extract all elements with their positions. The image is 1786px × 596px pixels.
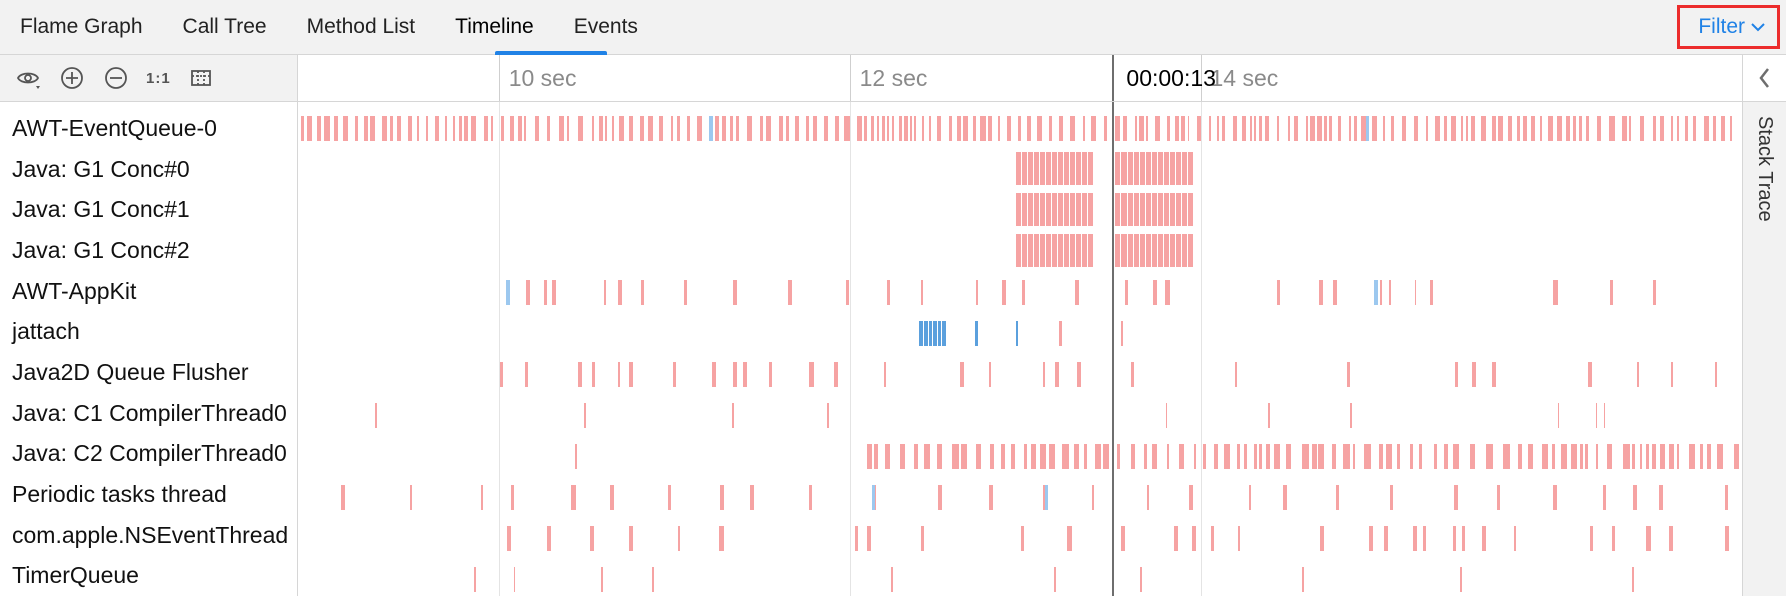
thread-row[interactable]: Java2D Queue Flusher: [0, 352, 297, 393]
timeline-row: [298, 190, 1742, 231]
time-cursor[interactable]: [1112, 55, 1114, 101]
ruler-tick-label: 10 sec: [509, 65, 577, 92]
thread-row[interactable]: com.apple.NSEventThread: [0, 515, 297, 556]
timeline-row: [298, 313, 1742, 354]
tab-flame-graph[interactable]: Flame Graph: [0, 0, 163, 54]
timeline-row: [298, 395, 1742, 436]
thread-row[interactable]: Periodic tasks thread: [0, 474, 297, 515]
thread-row[interactable]: Java: G1 Conc#2: [0, 230, 297, 271]
thread-row[interactable]: AWT-AppKit: [0, 271, 297, 312]
thread-row[interactable]: TimerQueue: [0, 555, 297, 596]
thread-row[interactable]: Java: G1 Conc#1: [0, 189, 297, 230]
view-tabs: Flame Graph Call Tree Method List Timeli…: [0, 0, 1786, 55]
timeline-row: [298, 354, 1742, 395]
collapse-stack-trace-button[interactable]: [1742, 55, 1786, 101]
visibility-dropdown[interactable]: [14, 64, 42, 92]
time-ruler[interactable]: 10 sec 12 sec 14 sec00:00:13: [298, 55, 1742, 101]
thread-row[interactable]: Java: C2 CompilerThread0: [0, 433, 297, 474]
tab-timeline[interactable]: Timeline: [435, 0, 554, 54]
timeline-row: [298, 149, 1742, 190]
timeline-row: [298, 518, 1742, 559]
timeline-row: [298, 477, 1742, 518]
tab-call-tree[interactable]: Call Tree: [163, 0, 287, 54]
timeline-row: [298, 436, 1742, 477]
timeline-row: [298, 559, 1742, 596]
ruler-tick: [850, 55, 851, 101]
thread-list: AWT-EventQueue-0Java: G1 Conc#0Java: G1 …: [0, 102, 298, 596]
tab-events[interactable]: Events: [554, 0, 658, 54]
thread-row[interactable]: jattach: [0, 311, 297, 352]
timeline-row: [298, 108, 1742, 149]
timeline-chart[interactable]: [298, 102, 1742, 596]
stack-trace-label: Stack Trace: [1753, 116, 1776, 222]
zoom-in-button[interactable]: [58, 64, 86, 92]
zoom-reset-button[interactable]: 1:1: [146, 70, 171, 87]
ruler-tick: [499, 55, 500, 101]
thread-row[interactable]: AWT-EventQueue-0: [0, 108, 297, 149]
ruler-tick-label: 14 sec: [1211, 65, 1279, 92]
chevron-down-icon: [1751, 22, 1765, 32]
thread-row[interactable]: Java: C1 CompilerThread0: [0, 393, 297, 434]
ruler-tick-label: 12 sec: [860, 65, 928, 92]
filter-dropdown[interactable]: Filter: [1677, 5, 1780, 49]
zoom-out-button[interactable]: [102, 64, 130, 92]
timeline-toolbar: 1:1: [0, 55, 298, 101]
stack-trace-panel[interactable]: Stack Trace: [1742, 102, 1786, 596]
timeline-row: [298, 272, 1742, 313]
tab-method-list[interactable]: Method List: [287, 0, 436, 54]
timeline-row: [298, 231, 1742, 272]
thread-row[interactable]: Java: G1 Conc#0: [0, 149, 297, 190]
time-cursor-label: 00:00:13: [1126, 65, 1216, 92]
fit-selection-button[interactable]: [187, 64, 215, 92]
